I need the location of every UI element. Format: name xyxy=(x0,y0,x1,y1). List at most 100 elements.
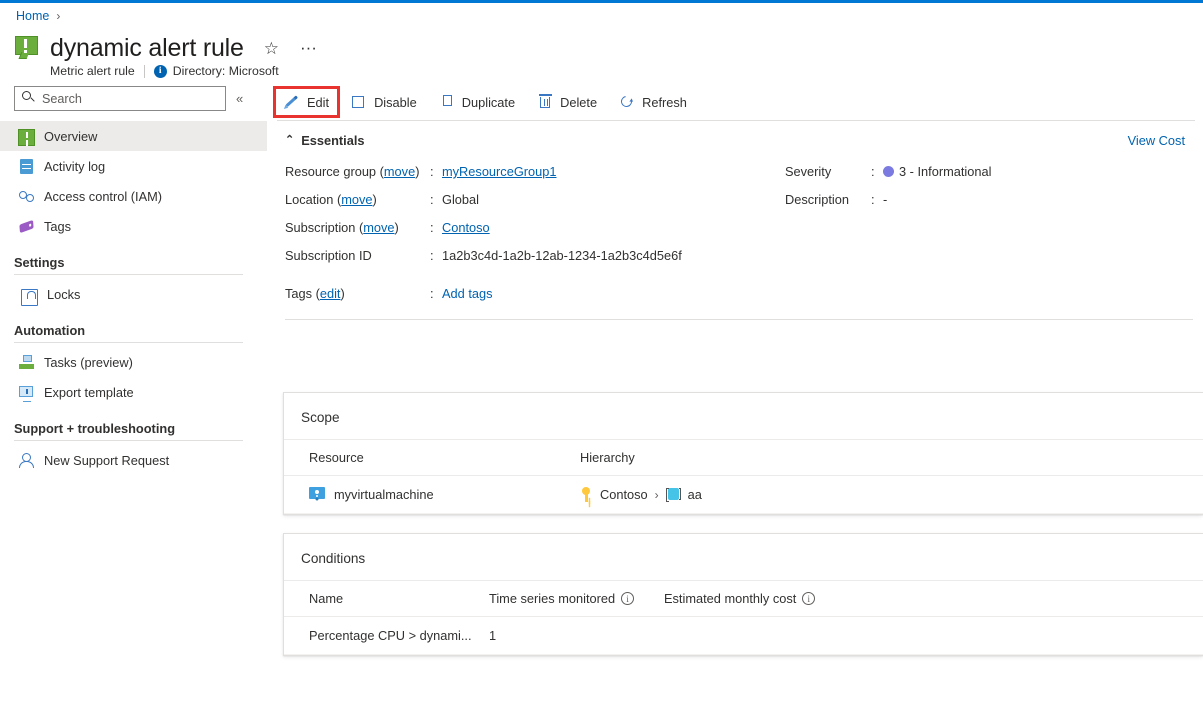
scope-column-resource[interactable]: Resource xyxy=(309,450,580,465)
subscription-icon xyxy=(666,487,681,502)
scope-column-hierarchy[interactable]: Hierarchy xyxy=(580,450,1203,465)
severity-value-wrap: 3 - Informational xyxy=(883,158,991,186)
info-icon[interactable]: i xyxy=(802,592,815,605)
sidebar-search-row: « xyxy=(0,86,267,111)
conditions-column-label: Time series monitored xyxy=(489,591,615,606)
directory-label: Directory: Microsoft xyxy=(173,64,279,78)
essentials-key-label: Tags xyxy=(285,286,312,301)
sidebar-divider xyxy=(14,342,243,343)
info-icon: i xyxy=(154,65,167,78)
collapse-sidebar-icon[interactable]: « xyxy=(236,91,243,106)
tags-icon xyxy=(18,218,35,235)
scope-resource-cell: myvirtualmachine xyxy=(309,487,580,502)
essentials-key-label: Subscription ID xyxy=(285,242,430,270)
essentials-key-label: Description xyxy=(785,186,871,214)
sidebar-item-locks[interactable]: Locks xyxy=(0,279,267,309)
condition-time-series-cell: 1 xyxy=(489,628,664,643)
breadcrumb-home[interactable]: Home xyxy=(16,9,49,23)
sidebar-item-tasks[interactable]: Tasks (preview) xyxy=(0,347,267,377)
duplicate-button[interactable]: Duplicate xyxy=(430,88,524,116)
breadcrumb: Home › xyxy=(0,3,1203,29)
disable-button-label: Disable xyxy=(374,95,417,110)
conditions-column-time-series[interactable]: Time series monitored i xyxy=(489,591,664,606)
essentials-key-label: Location xyxy=(285,192,333,207)
disable-button[interactable]: Disable xyxy=(342,88,426,116)
access-control-icon xyxy=(18,188,35,205)
resource-type-label: Metric alert rule xyxy=(50,64,135,78)
essentials-key-label: Subscription xyxy=(285,220,355,235)
sidebar-item-label: Overview xyxy=(44,129,97,144)
resource-group-value[interactable]: myResourceGroup1 xyxy=(442,158,557,186)
delete-button[interactable]: Delete xyxy=(528,88,606,116)
essentials-colon: : xyxy=(430,242,442,270)
essentials-key-label: Resource group xyxy=(285,164,376,179)
description-value: - xyxy=(883,186,887,214)
table-row[interactable]: myvirtualmachine Contoso › aa xyxy=(284,476,1203,514)
page-title: dynamic alert rule xyxy=(50,33,244,63)
trash-icon xyxy=(537,94,553,110)
essentials-title: Essentials xyxy=(301,133,364,148)
move-link[interactable]: move xyxy=(384,164,415,179)
sidebar-item-label: Activity log xyxy=(44,159,105,174)
essentials-row-location: Location (move) : Global xyxy=(285,186,785,214)
metric-alert-rule-icon xyxy=(14,35,40,61)
duplicate-icon xyxy=(439,94,455,110)
edit-tags-link[interactable]: edit xyxy=(320,286,341,301)
essentials-key-label: Severity xyxy=(785,158,871,186)
sidebar-item-overview[interactable]: Overview xyxy=(0,121,267,151)
page-header: dynamic alert rule ☆ ··· Metric alert ru… xyxy=(0,29,1203,78)
sidebar-item-access-control[interactable]: Access control (IAM) xyxy=(0,181,267,211)
conditions-column-name[interactable]: Name xyxy=(309,591,489,606)
move-link[interactable]: move xyxy=(363,220,394,235)
key-icon xyxy=(580,487,593,502)
scope-hierarchy-cell: Contoso › aa xyxy=(580,487,1203,502)
conditions-column-cost[interactable]: Estimated monthly cost i xyxy=(664,591,1203,606)
refresh-button[interactable]: Refresh xyxy=(610,88,696,116)
conditions-column-label: Estimated monthly cost xyxy=(664,591,796,606)
sidebar-group-settings: Settings xyxy=(0,241,267,274)
chevron-up-icon: ⌃ xyxy=(285,133,294,146)
activity-log-icon xyxy=(18,158,35,175)
view-cost-link[interactable]: View Cost xyxy=(1128,133,1185,148)
scope-resource-name: myvirtualmachine xyxy=(334,487,434,502)
more-options-icon[interactable]: ··· xyxy=(295,42,322,54)
refresh-button-label: Refresh xyxy=(642,95,687,110)
essentials-colon: : xyxy=(430,186,442,214)
hierarchy-child-label: aa xyxy=(688,487,702,502)
essentials-colon: : xyxy=(871,158,883,186)
subscription-value[interactable]: Contoso xyxy=(442,214,490,242)
pencil-icon xyxy=(284,94,300,110)
subscription-id-value: 1a2b3c4d-1a2b-12ab-1234-1a2b3c4d5e6f xyxy=(442,242,682,270)
info-icon[interactable]: i xyxy=(621,592,634,605)
delete-button-label: Delete xyxy=(560,95,597,110)
essentials-toggle[interactable]: ⌃ Essentials xyxy=(285,133,1193,148)
sidebar-item-activity-log[interactable]: Activity log xyxy=(0,151,267,181)
essentials-colon: : xyxy=(430,158,442,186)
essentials-divider xyxy=(285,319,1193,320)
conditions-card-title: Conditions xyxy=(284,534,1203,580)
subtitle-divider xyxy=(144,65,145,78)
essentials-row-subscription-id: Subscription ID : 1a2b3c4d-1a2b-12ab-123… xyxy=(285,242,785,270)
cards-region: Scope Resource Hierarchy myvirtualmachin… xyxy=(0,374,1203,656)
move-link[interactable]: move xyxy=(341,192,372,207)
favorite-star-icon[interactable]: ☆ xyxy=(260,38,283,59)
edit-button[interactable]: Edit xyxy=(275,88,338,116)
essentials-key: Subscription (move) xyxy=(285,214,430,242)
essentials-right-column: Severity : 3 - Informational Description… xyxy=(785,158,1193,308)
hierarchy-root-label: Contoso xyxy=(600,487,648,502)
essentials-key: Location (move) xyxy=(285,186,430,214)
severity-value: 3 - Informational xyxy=(899,164,991,179)
essentials-colon: : xyxy=(430,280,442,308)
sidebar-item-tags[interactable]: Tags xyxy=(0,211,267,241)
table-row[interactable]: Percentage CPU > dynami... 1 xyxy=(284,617,1203,655)
essentials-key: Tags (edit) xyxy=(285,280,430,308)
sidebar-group-automation: Automation xyxy=(0,309,267,342)
chevron-right-icon: › xyxy=(655,488,659,502)
add-tags-link[interactable]: Add tags xyxy=(442,280,493,308)
sidebar-item-label: Tasks (preview) xyxy=(44,355,133,370)
scope-card-title: Scope xyxy=(284,393,1203,439)
condition-name-cell: Percentage CPU > dynami... xyxy=(309,628,489,643)
essentials-row-resource-group: Resource group (move) : myResourceGroup1 xyxy=(285,158,785,186)
refresh-icon xyxy=(619,94,635,110)
search-input[interactable] xyxy=(14,86,226,111)
